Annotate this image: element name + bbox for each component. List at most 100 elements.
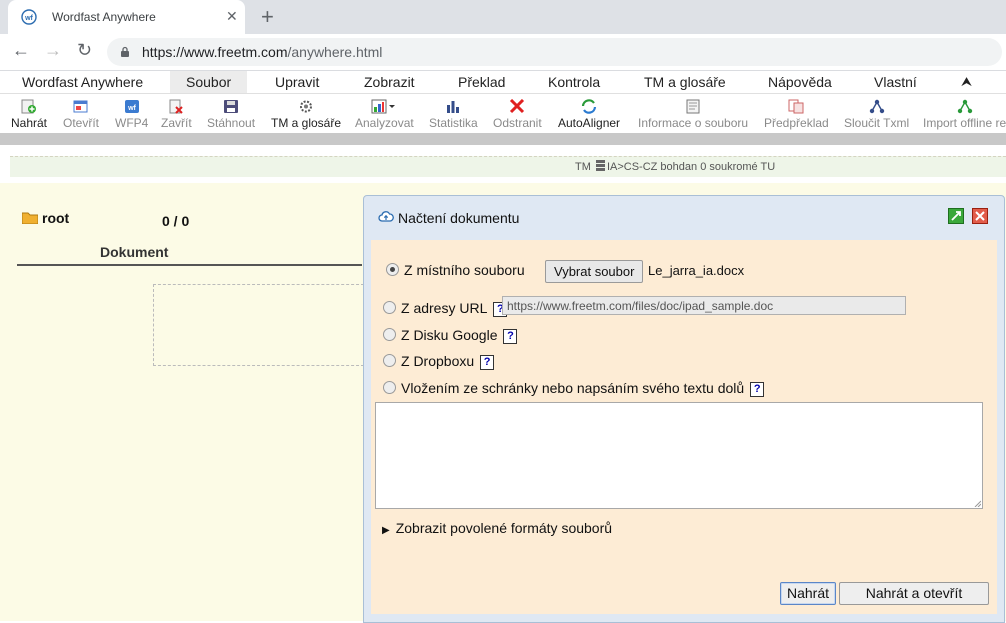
- analyze-button[interactable]: Analyzovat: [355, 99, 414, 130]
- pretranslate-button[interactable]: Předpřeklad: [764, 99, 829, 130]
- dialog-close-icon[interactable]: [972, 208, 988, 224]
- tab-close-icon[interactable]: ✕: [226, 8, 238, 25]
- back-icon[interactable]: ←: [12, 40, 30, 61]
- toolbar: Nahrát Otevřít wf WFP4 Zavřít Stáhnout T…: [0, 94, 1006, 132]
- menu-vlastni[interactable]: Vlastní: [874, 74, 917, 90]
- statistics-label: Statistika: [429, 116, 478, 130]
- autoaligner-label: AutoAligner: [558, 116, 621, 130]
- dialog-body: Z místního souboru Vybrat soubor Le_jarr…: [371, 240, 997, 614]
- import-offline-label: Import offline re: [923, 116, 1006, 130]
- svg-text:wf: wf: [127, 105, 136, 112]
- menu-upravit[interactable]: Upravit: [275, 74, 319, 90]
- radio-google-drive[interactable]: [383, 328, 396, 341]
- root-label: root: [42, 210, 70, 226]
- upload-label: Nahrát: [11, 116, 48, 130]
- google-help-icon[interactable]: ?: [503, 329, 518, 344]
- menu-kontrola[interactable]: Kontrola: [548, 74, 600, 90]
- tm-status: TM IA>CS-CZ bohdan 0 soukromé TU: [575, 160, 775, 173]
- browser-navbar: ← → ↻ https://www.freetm.com/anywhere.ht…: [0, 34, 1006, 71]
- menu-napoveda[interactable]: Nápověda: [768, 74, 832, 90]
- file-info-button[interactable]: Informace o souboru: [638, 99, 748, 130]
- option-google-drive[interactable]: Z Disku Google?: [383, 327, 518, 344]
- download-label: Stáhnout: [207, 116, 256, 130]
- import-offline-icon: [957, 99, 972, 114]
- lock-icon: [121, 46, 129, 57]
- paste-text-area[interactable]: [375, 402, 983, 509]
- resize-grip-icon[interactable]: [973, 499, 981, 507]
- delete-button[interactable]: Odstranit: [493, 99, 542, 130]
- option-dropbox-label: Z Dropboxu: [401, 353, 475, 369]
- upload-and-open-button[interactable]: Nahrát a otevřít: [839, 582, 989, 605]
- option-local-file[interactable]: Z místního souboru: [386, 262, 525, 278]
- option-google-drive-label: Z Disku Google: [401, 327, 498, 343]
- menu-zobrazit[interactable]: Zobrazit: [364, 74, 415, 90]
- delete-x-icon: [510, 99, 525, 114]
- upload-submit-button[interactable]: Nahrát: [780, 582, 836, 605]
- toolbar-scrollbar[interactable]: [0, 133, 1006, 145]
- radio-paste-text[interactable]: [383, 381, 396, 394]
- cloud-upload-icon: [378, 211, 394, 222]
- file-drop-zone[interactable]: [153, 284, 364, 366]
- option-dropbox[interactable]: Z Dropboxu?: [383, 353, 495, 370]
- radio-url[interactable]: [383, 301, 396, 314]
- dialog-maximize-icon[interactable]: [948, 208, 964, 224]
- dropbox-help-icon[interactable]: ?: [480, 355, 495, 370]
- tm-status-text: IA>CS-CZ bohdan 0 soukromé TU: [606, 161, 776, 173]
- show-formats-toggle[interactable]: ▶ Zobrazit povolené formáty souborů: [382, 520, 612, 536]
- collapse-menu-icon[interactable]: ⮝: [961, 74, 972, 90]
- close-file-button[interactable]: Zavřít: [161, 99, 192, 130]
- chosen-file-name: Le_jarra_ia.docx: [648, 263, 745, 278]
- open-icon: [73, 100, 88, 113]
- statistics-icon: [447, 101, 460, 113]
- option-paste-text-label: Vložením ze schránky nebo napsáním svého…: [401, 380, 745, 396]
- autoaligner-button[interactable]: AutoAligner: [558, 99, 620, 130]
- browser-tab-strip: wf Wordfast Anywhere ✕ +: [0, 0, 1006, 34]
- reload-icon[interactable]: ↻: [77, 40, 92, 61]
- merge-txml-label: Sloučit Txml: [844, 116, 910, 130]
- app-menu-bar: Wordfast Anywhere Soubor Upravit Zobrazi…: [0, 71, 1006, 94]
- merge-txml-button[interactable]: Sloučit Txml: [844, 99, 909, 130]
- root-folder[interactable]: root: [22, 210, 69, 226]
- close-file-icon: [169, 99, 184, 114]
- svg-text:wf: wf: [24, 15, 33, 22]
- choose-file-button[interactable]: Vybrat soubor: [545, 260, 644, 283]
- option-local-file-label: Z místního souboru: [404, 262, 525, 278]
- radio-dropbox[interactable]: [383, 354, 396, 367]
- load-document-dialog: Načtení dokumentu Z místního souboru Vyb…: [363, 195, 1005, 623]
- new-tab-icon[interactable]: +: [261, 4, 274, 30]
- open-button[interactable]: Otevřít: [63, 99, 99, 130]
- menu-tm-glosare[interactable]: TM a glosáře: [644, 74, 726, 90]
- address-bar[interactable]: https://www.freetm.com/anywhere.html: [107, 38, 1002, 66]
- statistics-button[interactable]: Statistika: [429, 99, 478, 130]
- radio-local-file[interactable]: [386, 263, 399, 276]
- import-offline-button[interactable]: Import offline re: [923, 99, 1006, 130]
- file-info-icon: [686, 99, 700, 114]
- tm-glossaries-button[interactable]: TM a glosáře: [271, 99, 341, 130]
- menu-wordfast-anywhere[interactable]: Wordfast Anywhere: [22, 74, 143, 90]
- database-icon: [595, 160, 605, 171]
- menu-soubor[interactable]: Soubor: [170, 71, 248, 93]
- menu-preklad[interactable]: Překlad: [458, 74, 505, 90]
- analyze-label: Analyzovat: [355, 116, 414, 130]
- address-url: https://www.freetm.com/anywhere.html: [142, 44, 382, 60]
- browser-tab[interactable]: wf Wordfast Anywhere ✕: [8, 0, 245, 34]
- option-url[interactable]: Z adresy URL?: [383, 300, 508, 317]
- option-paste-text[interactable]: Vložením ze schránky nebo napsáním svého…: [383, 380, 765, 397]
- url-input[interactable]: [502, 296, 906, 315]
- download-button[interactable]: Stáhnout: [207, 99, 255, 130]
- forward-icon[interactable]: →: [44, 40, 62, 61]
- url-host: https://www.freetm.com: [142, 44, 288, 60]
- delete-label: Odstranit: [493, 116, 542, 130]
- open-label: Otevřít: [63, 116, 100, 130]
- folder-icon: [22, 212, 38, 224]
- wfp4-button[interactable]: wf WFP4: [115, 99, 148, 130]
- file-info-label: Informace o souboru: [638, 116, 749, 130]
- paste-help-icon[interactable]: ?: [750, 382, 765, 397]
- dialog-header: Načtení dokumentu: [364, 196, 1004, 236]
- url-path: /anywhere.html: [287, 44, 383, 60]
- tm-glossaries-label: TM a glosáře: [271, 116, 342, 130]
- expand-triangle-icon: ▶: [382, 525, 390, 536]
- wordfast-favicon-icon: wf: [21, 9, 37, 25]
- upload-button[interactable]: Nahrát: [11, 99, 47, 130]
- wfp4-icon: wf: [124, 100, 139, 113]
